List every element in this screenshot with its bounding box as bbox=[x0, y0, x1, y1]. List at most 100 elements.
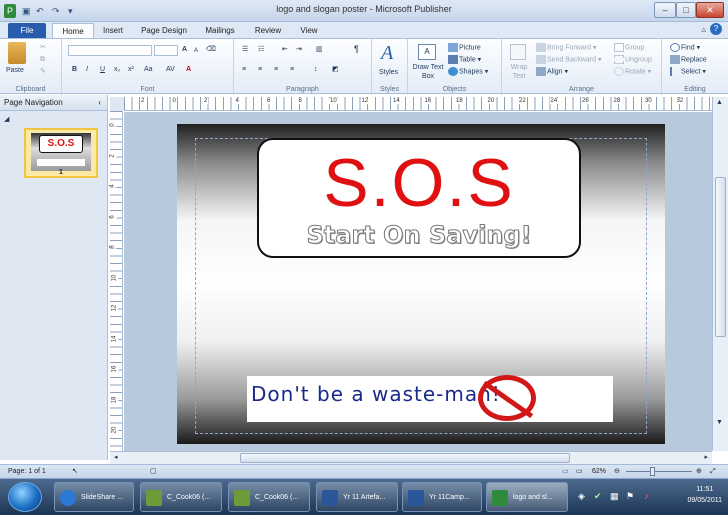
vertical-ruler[interactable]: 0 2 4 6 8 10 12 14 16 18 20 bbox=[108, 111, 123, 451]
group-button[interactable]: Group bbox=[625, 44, 644, 51]
draw-text-box-button[interactable]: Draw Text Box bbox=[412, 63, 444, 81]
bring-forward-button[interactable]: Bring Forward bbox=[547, 44, 591, 51]
align-center-icon[interactable]: ≡ bbox=[258, 65, 262, 75]
tagline-box[interactable]: Don't be a waste-man! bbox=[247, 375, 613, 422]
zoom-in-icon[interactable]: ⊕ bbox=[696, 465, 702, 478]
justify-icon[interactable]: ≡ bbox=[290, 65, 294, 75]
table-button[interactable]: Table bbox=[459, 56, 476, 63]
clear-formatting-icon[interactable]: ⌫ bbox=[206, 45, 216, 55]
paste-button[interactable]: Paste bbox=[6, 66, 24, 76]
subscript-icon[interactable]: x₂ bbox=[114, 65, 120, 75]
find-button[interactable]: Find bbox=[681, 44, 695, 51]
tray-display-icon[interactable]: ▦ bbox=[610, 491, 619, 502]
tray-network-icon[interactable]: ◈ bbox=[578, 491, 585, 502]
taskbar-item-yr11-artefact[interactable]: Yr 11 Artefa... bbox=[316, 482, 398, 512]
logo-box[interactable]: S.O.S Start On Saving! bbox=[257, 138, 581, 258]
ungroup-button[interactable]: Ungroup bbox=[625, 56, 652, 63]
shading-icon[interactable]: ◩ bbox=[332, 65, 339, 75]
tab-insert[interactable]: Insert bbox=[98, 23, 128, 38]
prohibition-icon bbox=[478, 375, 536, 421]
page-number: 1 bbox=[59, 169, 63, 176]
tray-security-icon[interactable]: ✔ bbox=[594, 491, 602, 502]
picture-button[interactable]: Picture bbox=[459, 44, 481, 51]
zoom-out-icon[interactable]: ⊖ bbox=[614, 465, 620, 478]
select-button[interactable]: Select bbox=[681, 68, 700, 75]
scroll-left-icon[interactable]: ◂ bbox=[114, 453, 118, 461]
taskbar-item-cook06-1[interactable]: C_Cook06 (... bbox=[140, 482, 222, 512]
zoom-slider[interactable] bbox=[626, 471, 692, 472]
scroll-up-icon[interactable]: ▲ bbox=[716, 99, 723, 106]
system-clock[interactable]: 11:51 09/05/2011 bbox=[687, 484, 722, 506]
format-painter-icon[interactable]: ✎ bbox=[40, 67, 46, 77]
tab-review[interactable]: Review bbox=[250, 23, 286, 38]
single-page-view-icon[interactable]: ▭ bbox=[562, 465, 569, 478]
align-right-icon[interactable]: ≡ bbox=[274, 65, 278, 75]
tray-volume-icon[interactable]: ♪ bbox=[644, 491, 649, 501]
taskbar-item-yr11-campaign[interactable]: Yr 11Camp... bbox=[402, 482, 482, 512]
numbering-icon[interactable]: ☷ bbox=[258, 45, 264, 55]
wrap-text-button[interactable]: Wrap Text bbox=[506, 63, 532, 81]
horizontal-scrollbar[interactable]: ◂ ▸ bbox=[110, 451, 712, 464]
rotate-button[interactable]: Rotate bbox=[625, 68, 646, 75]
change-case-button[interactable]: Aa bbox=[144, 65, 153, 75]
styles-button[interactable]: Styles bbox=[379, 68, 398, 78]
editing-group: Find ▾ Replace Select ▾ Editing bbox=[662, 39, 728, 95]
page-thumbnail[interactable]: S.O.S 1 bbox=[24, 128, 98, 178]
group-icon bbox=[614, 43, 624, 52]
replace-button[interactable]: Replace bbox=[681, 56, 707, 63]
section-expand-icon[interactable]: ◢ bbox=[4, 115, 9, 123]
scroll-right-icon[interactable]: ▸ bbox=[704, 453, 708, 461]
tab-home[interactable]: Home bbox=[52, 23, 94, 38]
vertical-scrollbar[interactable]: ▲ ▼ bbox=[712, 97, 728, 451]
increase-indent-icon[interactable]: ⇥ bbox=[296, 45, 302, 55]
close-button[interactable]: ✕ bbox=[696, 2, 724, 18]
character-spacing-icon[interactable]: AV bbox=[166, 65, 175, 75]
ruler-tick-label: 20 bbox=[486, 98, 496, 104]
fit-page-icon[interactable]: ⤢ bbox=[710, 465, 716, 478]
superscript-icon[interactable]: x² bbox=[128, 65, 134, 75]
columns-icon[interactable]: ▥ bbox=[316, 45, 323, 55]
underline-button[interactable]: U bbox=[100, 65, 105, 75]
bullets-icon[interactable]: ☰ bbox=[242, 45, 248, 55]
vertical-scroll-thumb[interactable] bbox=[715, 177, 726, 337]
line-spacing-icon[interactable]: ↕ bbox=[314, 65, 318, 75]
minimize-button[interactable]: – bbox=[654, 2, 676, 18]
ribbon-tabs: File Home Insert Page Design Mailings Re… bbox=[0, 22, 728, 38]
cut-icon[interactable]: ✂ bbox=[40, 43, 46, 53]
horizontal-scroll-thumb[interactable] bbox=[240, 453, 570, 463]
grow-font-button[interactable]: A bbox=[182, 45, 187, 55]
font-color-button[interactable]: A bbox=[186, 65, 191, 75]
bold-button[interactable]: B bbox=[72, 65, 77, 75]
tray-flag-icon[interactable]: ⚑ bbox=[626, 491, 634, 502]
scroll-down-icon[interactable]: ▼ bbox=[716, 419, 723, 426]
shapes-button[interactable]: Shapes bbox=[459, 68, 483, 75]
two-page-view-icon[interactable]: ▭ bbox=[576, 465, 583, 478]
paragraph-mark-icon[interactable]: ¶ bbox=[354, 44, 359, 54]
align-button[interactable]: Align bbox=[547, 68, 563, 75]
rotate-icon bbox=[614, 67, 624, 76]
copy-icon[interactable]: ⧉ bbox=[40, 55, 45, 65]
zoom-level[interactable]: 62% bbox=[592, 465, 606, 478]
start-button[interactable] bbox=[8, 482, 42, 512]
shrink-font-button[interactable]: A bbox=[194, 46, 198, 56]
help-icon[interactable]: ? bbox=[710, 23, 722, 35]
maximize-button[interactable]: □ bbox=[676, 2, 696, 18]
taskbar-item-slideshare[interactable]: SlideShare ... bbox=[54, 482, 134, 512]
decrease-indent-icon[interactable]: ⇤ bbox=[282, 45, 288, 55]
font-name-box[interactable] bbox=[68, 45, 152, 56]
align-left-icon[interactable]: ≡ bbox=[242, 65, 246, 75]
poster-page[interactable]: S.O.S Start On Saving! Don't be a waste-… bbox=[177, 124, 665, 444]
tab-mailings[interactable]: Mailings bbox=[198, 23, 242, 38]
horizontal-ruler[interactable]: 2 0 2 4 6 8 10 12 14 16 18 20 22 24 26 28 30 32 bbox=[124, 97, 716, 111]
taskbar-item-logo-slogan[interactable]: logo and sl... bbox=[486, 482, 568, 512]
font-size-box[interactable] bbox=[154, 45, 178, 56]
tab-file[interactable]: File bbox=[8, 23, 46, 38]
send-backward-button[interactable]: Send Backward bbox=[547, 56, 596, 63]
zoom-slider-thumb[interactable] bbox=[650, 467, 655, 476]
taskbar-item-cook06-2[interactable]: C_Cook06 (... bbox=[228, 482, 310, 512]
tab-view[interactable]: View bbox=[294, 23, 324, 38]
collapse-pane-icon[interactable]: ‹ bbox=[98, 95, 101, 111]
tab-page-design[interactable]: Page Design bbox=[136, 23, 192, 38]
minimize-ribbon-icon[interactable]: ▵ bbox=[701, 24, 706, 35]
italic-button[interactable]: I bbox=[86, 65, 88, 75]
